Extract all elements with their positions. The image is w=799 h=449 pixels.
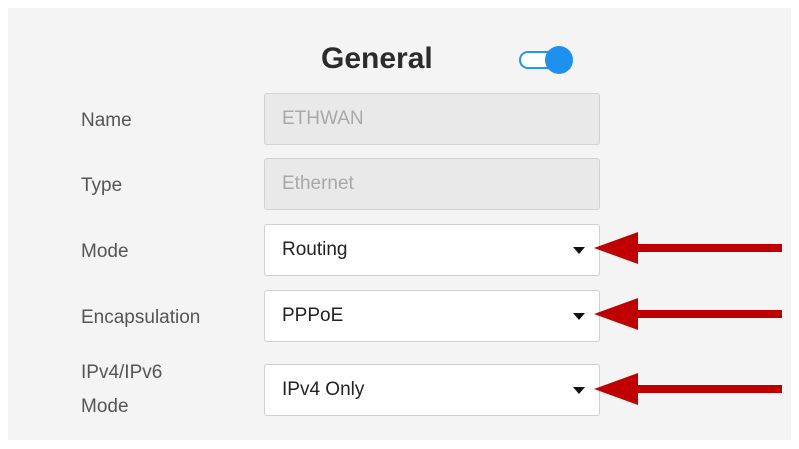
toggle-knob — [545, 46, 573, 74]
type-field: Ethernet — [264, 158, 600, 210]
mode-select[interactable]: Routing — [264, 224, 600, 276]
encapsulation-label: Encapsulation — [81, 307, 201, 328]
name-field: ETHWAN — [264, 93, 600, 145]
type-label: Type — [81, 175, 123, 196]
chevron-down-icon — [573, 313, 585, 320]
red-arrow-icon — [594, 373, 782, 405]
mode-select-value: Routing — [282, 239, 348, 260]
ip-mode-label-line2: Mode — [81, 396, 129, 417]
ip-mode-select[interactable]: IPv4 Only — [264, 364, 600, 416]
ip-mode-label-line1: IPv4/IPv6 — [81, 362, 163, 383]
red-arrow-icon — [594, 232, 782, 264]
chevron-down-icon — [573, 247, 585, 254]
ip-mode-select-value: IPv4 Only — [282, 379, 365, 400]
red-arrow-icon — [594, 298, 782, 330]
mode-label: Mode — [81, 241, 129, 262]
section-title: General — [321, 42, 433, 75]
encapsulation-select-value: PPPoE — [282, 305, 344, 326]
general-enable-toggle[interactable] — [517, 46, 573, 74]
chevron-down-icon — [573, 387, 585, 394]
name-label: Name — [81, 110, 132, 131]
encapsulation-select[interactable]: PPPoE — [264, 290, 600, 342]
